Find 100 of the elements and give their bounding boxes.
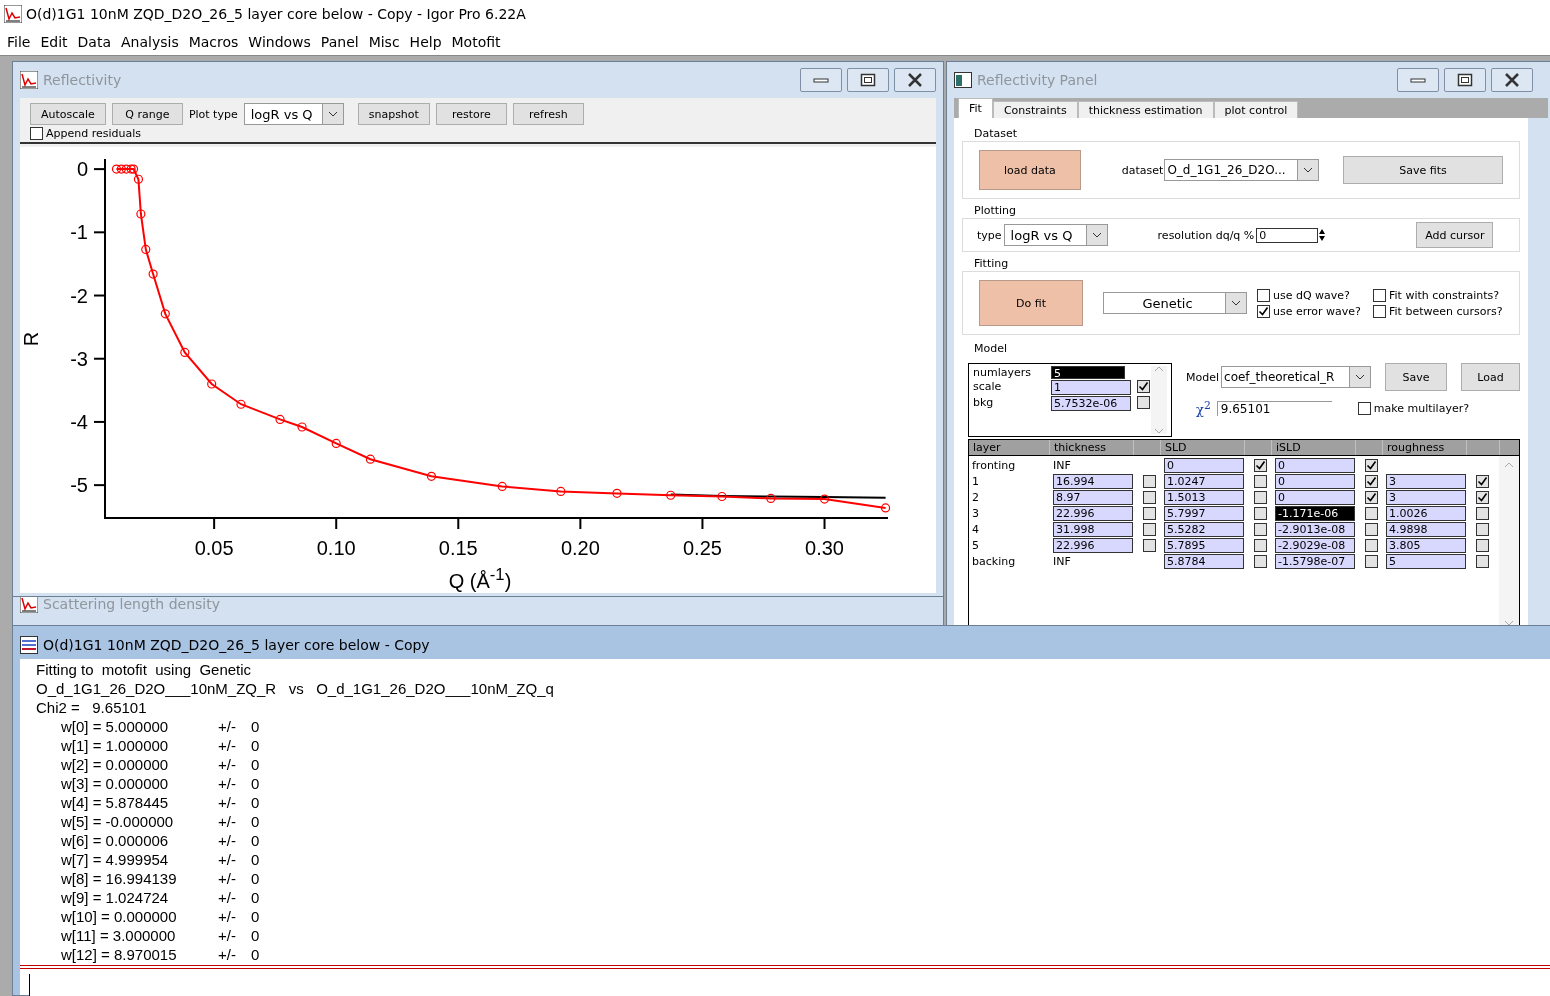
toolbar-button[interactable]: restore (435, 103, 507, 125)
model-label: Model (1186, 370, 1220, 384)
group-heading: Fitting (973, 256, 1010, 271)
value-field[interactable]: 5 (1386, 553, 1466, 569)
parameter-field[interactable]: 5.7532e-06 (1051, 396, 1131, 411)
save-fits-button[interactable]: Save fits (1343, 156, 1503, 184)
toolbar-button[interactable]: Autoscale (30, 103, 106, 125)
value-field[interactable]: 3 (1386, 473, 1466, 489)
menu-item[interactable]: Windows (243, 33, 316, 50)
menu-item[interactable]: Edit (35, 33, 73, 50)
group-heading: Model (973, 341, 1009, 356)
method-dropdown[interactable]: Genetic (1103, 292, 1247, 314)
parameter-name: bkg (973, 396, 995, 411)
table-cell-text: INF (1053, 458, 1072, 472)
value-field[interactable]: 16.994 (1053, 473, 1133, 489)
value-field[interactable]: 5.7997 (1164, 505, 1244, 521)
history-line: O_d_1G1_26_D2O___10nM_ZQ_R vs O_d_1G1_26_D2O___10nM_ZQ_q (36, 680, 555, 699)
menu-item[interactable]: Help (404, 33, 447, 50)
menu-item[interactable]: Motofit (446, 33, 506, 50)
load-data-button[interactable]: load data (979, 150, 1081, 190)
plus-minus-sign: +/- (218, 851, 237, 870)
tab[interactable]: thickness estimation (1077, 101, 1214, 118)
save-button[interactable]: Save (1385, 363, 1448, 391)
coefficient-value: w[7] = 4.999954 (61, 851, 170, 870)
coefficient-error: 0 (251, 889, 261, 908)
menu-item[interactable]: Panel (315, 33, 364, 50)
coefficient-error: 0 (251, 851, 261, 870)
tab[interactable]: plot control (1213, 101, 1299, 118)
chi-squared-label: χ$^{2}$ (1196, 399, 1211, 418)
value-field[interactable]: 22.996 (1053, 505, 1133, 521)
value-field[interactable]: 1.0026 (1386, 505, 1466, 521)
value-field[interactable]: 1.5013 (1164, 489, 1244, 505)
value-field[interactable]: 1.0247 (1164, 473, 1244, 489)
tick-label: 0.15 (438, 537, 478, 559)
coefficient-error: 0 (251, 737, 261, 756)
menu-item[interactable]: Analysis (116, 33, 184, 50)
layer-name: 3 (972, 506, 980, 520)
value-field[interactable]: 0 (1275, 457, 1355, 473)
column-header: roughness (1383, 440, 1467, 455)
tab[interactable]: Fit (958, 98, 993, 118)
value-field[interactable]: 0 (1275, 473, 1355, 489)
plus-minus-sign: +/- (218, 775, 237, 794)
plus-minus-sign: +/- (218, 946, 237, 965)
load-button[interactable]: Load (1461, 363, 1521, 391)
axis-title: R (20, 331, 42, 347)
plus-minus-sign: +/- (218, 889, 237, 908)
toolbar-button[interactable]: Q range (111, 103, 183, 125)
dataset-dropdown[interactable]: O_d_1G1_26_D2O... (1164, 159, 1320, 181)
group-heading: Plotting (973, 203, 1018, 218)
tab[interactable]: Constraints (992, 101, 1078, 118)
coefficient-value: w[0] = 5.000000 (61, 718, 170, 737)
value-field[interactable]: 5.8784 (1164, 553, 1244, 569)
value-field[interactable]: 8.97 (1053, 489, 1133, 505)
parameter-field[interactable]: 5 (1051, 366, 1125, 379)
column-header: thickness (1050, 440, 1134, 455)
type-dropdown[interactable]: logR vs Q (1003, 224, 1108, 246)
resolution-field[interactable]: 0 (1256, 227, 1319, 243)
column-header: layer (969, 440, 1050, 455)
value-field[interactable]: 5.5282 (1164, 521, 1244, 537)
parameter-field[interactable]: 1 (1051, 380, 1131, 395)
value-field[interactable]: 0 (1275, 489, 1355, 505)
value-field[interactable]: 3 (1386, 489, 1466, 505)
value-field[interactable]: -1.5798e-07 (1275, 553, 1355, 569)
coefficient-value: w[5] = -0.000000 (61, 813, 175, 832)
toolbar-button[interactable]: refresh (512, 103, 584, 125)
dataset-label: dataset (1121, 163, 1164, 177)
chi-squared-value: 9.65101 (1216, 400, 1332, 416)
value-field[interactable]: -2.9029e-08 (1275, 537, 1355, 553)
value-field[interactable]: 4.9898 (1386, 521, 1466, 537)
value-field[interactable]: 3.805 (1386, 537, 1466, 553)
checkbox-label: Fit with constraints? (1389, 288, 1500, 302)
add-cursor-button[interactable]: Add cursor (1416, 222, 1494, 248)
checkbox-label: Append residuals (46, 127, 142, 140)
menu-item[interactable]: Misc (363, 33, 405, 50)
menu-item[interactable]: File (2, 33, 36, 50)
menu-item[interactable]: Macros (183, 33, 244, 50)
tick-label: -1 (70, 221, 88, 244)
coefficient-value: w[11] = 3.000000 (61, 927, 177, 946)
plus-minus-sign: +/- (218, 813, 237, 832)
coefficient-value: w[1] = 1.000000 (61, 737, 170, 756)
coefficient-value: w[3] = 0.000000 (61, 775, 170, 794)
layer-name: 4 (972, 522, 980, 536)
value-field[interactable]: 0 (1164, 457, 1244, 473)
value-field[interactable]: -1.171e-06 (1275, 505, 1355, 521)
plus-minus-sign: +/- (218, 794, 237, 813)
value-field[interactable]: 5.7895 (1164, 537, 1244, 553)
plus-minus-sign: +/- (218, 870, 237, 889)
history-line: Fitting to motofit using Genetic (36, 661, 253, 680)
value-field[interactable]: 31.998 (1053, 521, 1133, 537)
table-cell-text: INF (1053, 554, 1072, 568)
window-title: Reflectivity Panel (977, 72, 1099, 88)
do-fit-button[interactable]: Do fit (979, 280, 1083, 326)
toolbar-button[interactable]: snapshot (357, 103, 430, 125)
tick-label: 0.25 (682, 537, 722, 559)
plot-type-dropdown[interactable]: logR vs Q (243, 103, 344, 125)
axis-title: Q (Å$^{-1}$) (447, 565, 513, 593)
value-field[interactable]: -2.9013e-08 (1275, 521, 1355, 537)
model-dropdown[interactable]: coef_theoretical_R (1221, 366, 1372, 388)
menu-item[interactable]: Data (72, 33, 116, 50)
value-field[interactable]: 22.996 (1053, 537, 1133, 553)
